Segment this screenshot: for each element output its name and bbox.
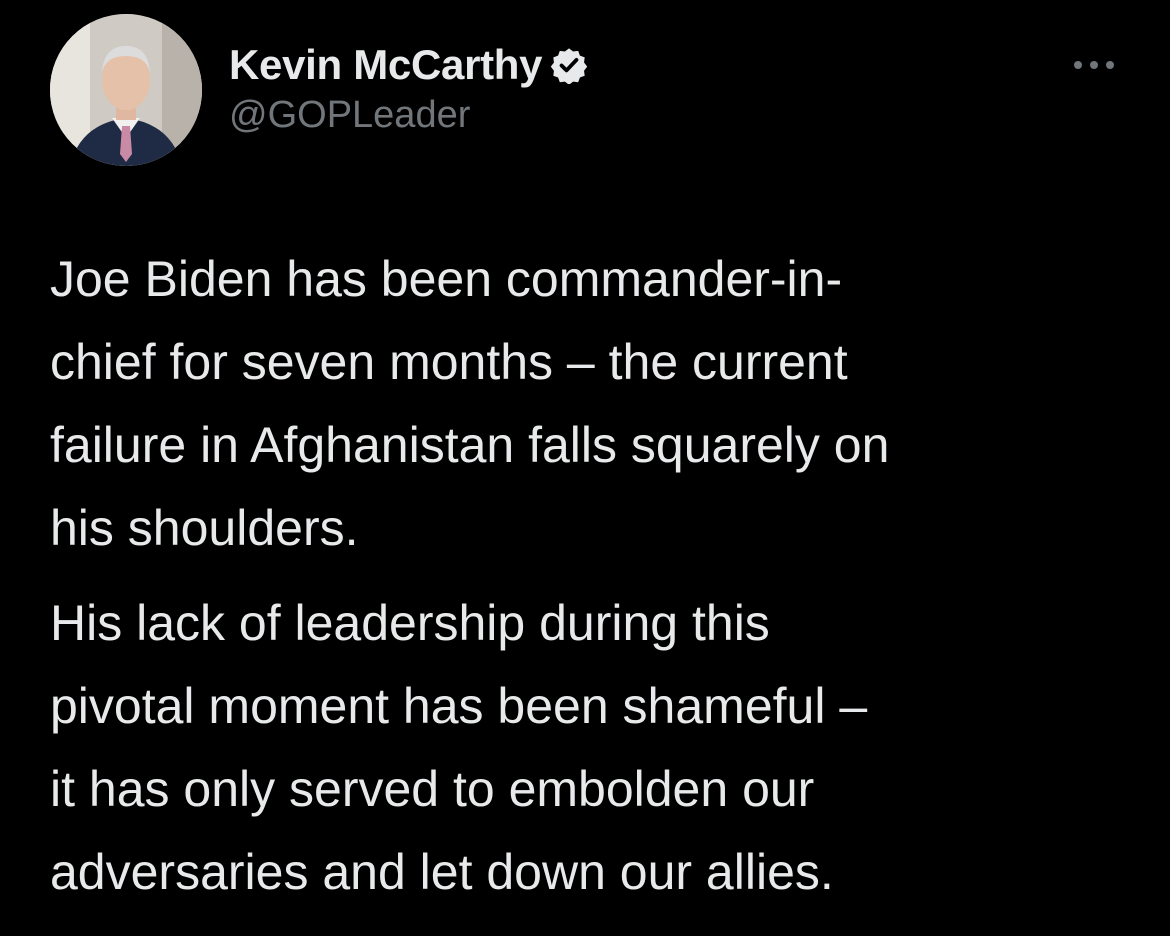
author-name-row[interactable]: Kevin McCarthy [229,40,588,90]
tweet-paragraph: Joe Biden has been commander-in- chief f… [50,251,890,556]
author-handle[interactable]: @GOPLeader [229,94,470,137]
author-display-name[interactable]: Kevin McCarthy [229,41,543,89]
tweet-paragraph: His lack of leadership during this pivot… [50,595,868,900]
avatar-image [50,14,202,166]
avatar[interactable] [50,14,202,166]
tweet-text: Joe Biden has been commander-in- chief f… [50,238,1135,914]
more-horizontal-icon[interactable] [1070,56,1118,74]
verified-badge-icon [550,46,588,85]
tweet: Kevin McCarthy @GOPLeader Joe Biden has … [0,0,1170,936]
